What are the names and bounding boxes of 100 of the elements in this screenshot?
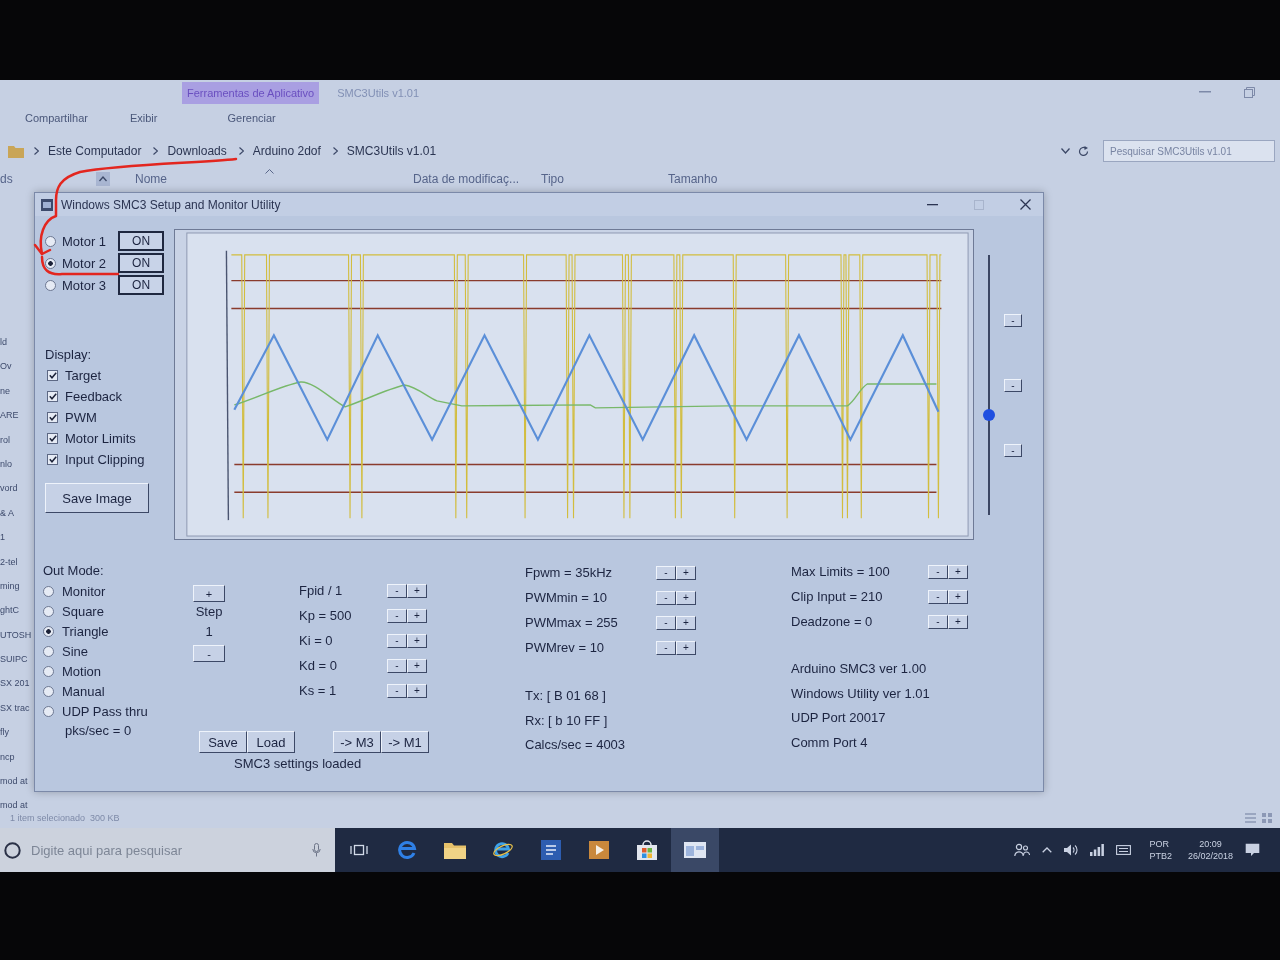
radio-button[interactable] — [43, 645, 54, 657]
radio-label[interactable]: Square — [62, 603, 104, 619]
notification-icon[interactable] — [1245, 843, 1260, 857]
radio-button[interactable] — [43, 585, 54, 597]
nav-item-label[interactable]: Ov — [0, 354, 12, 379]
checkbox[interactable] — [47, 433, 58, 444]
chevron-right-icon[interactable] — [34, 147, 39, 155]
increase-button[interactable]: + — [948, 589, 968, 604]
radio-button[interactable] — [43, 605, 54, 617]
increase-button[interactable]: + — [407, 583, 427, 598]
checkbox-label[interactable]: Motor Limits — [65, 431, 136, 446]
chevron-right-icon[interactable] — [153, 147, 159, 155]
minimize-icon[interactable] — [927, 203, 938, 206]
ring-icon[interactable] — [4, 841, 21, 859]
decrease-button[interactable]: - — [387, 658, 407, 673]
tiles-view-icon[interactable] — [1262, 813, 1272, 823]
radio-label[interactable]: Motor 2 — [62, 255, 107, 271]
increase-button[interactable]: + — [676, 615, 696, 630]
radio-label[interactable]: Motion — [62, 663, 102, 679]
breadcrumb-item[interactable]: Downloads — [167, 144, 227, 158]
motor-on-button[interactable]: ON — [118, 253, 165, 273]
decrease-button[interactable]: - — [656, 565, 676, 580]
slider-thumb[interactable] — [983, 408, 995, 421]
refresh-icon[interactable] — [1078, 145, 1089, 157]
network-icon[interactable] — [1090, 844, 1105, 856]
chevron-up-icon[interactable] — [1042, 847, 1053, 853]
decrease-button[interactable]: - — [928, 589, 948, 604]
nav-item-label[interactable]: SUIPC — [0, 647, 28, 672]
nav-item-label[interactable]: SX trac — [0, 695, 30, 721]
checkbox[interactable] — [47, 391, 58, 402]
people-icon[interactable] — [1014, 843, 1031, 857]
increase-button[interactable]: + — [407, 658, 427, 673]
small-button[interactable]: - — [1004, 314, 1022, 327]
checkbox[interactable] — [47, 412, 58, 423]
nav-item-label[interactable]: ncp — [0, 744, 15, 770]
decrease-button[interactable]: - — [387, 608, 407, 623]
decrease-button[interactable]: - — [387, 633, 407, 648]
checkbox-label[interactable]: PWM — [65, 410, 97, 425]
nav-item-label[interactable]: SX 201 — [0, 671, 30, 696]
copy-to-motor-button[interactable]: -> M3 — [333, 731, 381, 753]
language-code[interactable]: PTB2 — [1149, 850, 1172, 862]
radio-button[interactable] — [43, 705, 54, 717]
copy-to-motor-button[interactable]: -> M1 — [381, 731, 429, 753]
nav-item-label[interactable]: ming — [0, 573, 20, 599]
increase-button[interactable]: + — [407, 683, 427, 698]
nav-item-label[interactable]: 2-tel — [0, 549, 18, 574]
column-header[interactable]: Tamanho — [668, 172, 718, 186]
breadcrumb-item[interactable]: Este Computador — [48, 144, 142, 158]
keyboard-icon[interactable] — [1116, 845, 1132, 855]
chevron-right-icon[interactable] — [332, 147, 338, 155]
nav-item-label[interactable]: 1 — [0, 525, 5, 550]
chevron-down-icon[interactable] — [1061, 148, 1070, 154]
radio-button[interactable] — [45, 279, 56, 291]
ribbon-tab[interactable]: Gerenciar — [227, 112, 276, 124]
clock-time[interactable]: 20:09 — [1199, 838, 1222, 850]
checkbox[interactable] — [47, 454, 58, 465]
increase-button[interactable]: + — [676, 640, 696, 655]
increase-button[interactable]: + — [948, 614, 968, 629]
nav-item-label[interactable]: ld — [0, 330, 7, 355]
nav-item-label[interactable]: ne — [0, 378, 10, 404]
decrease-button[interactable]: - — [656, 615, 676, 630]
taskbar-button[interactable] — [671, 828, 719, 872]
search-box[interactable]: Digite aqui para pesquisar — [0, 828, 335, 872]
increase-button[interactable]: + — [407, 633, 427, 648]
nav-item-label[interactable]: vord — [0, 476, 18, 501]
decrease-button[interactable]: - — [928, 564, 948, 579]
step-decrease-button[interactable]: - — [193, 645, 225, 662]
radio-label[interactable]: Manual — [62, 683, 105, 699]
small-button[interactable]: - — [1004, 444, 1022, 457]
search-input[interactable]: Digite aqui para pesquisar — [31, 842, 312, 858]
nav-item-label[interactable]: nlo — [0, 451, 12, 477]
nav-item-label[interactable]: ARE — [0, 403, 19, 428]
radio-label[interactable]: UDP Pass thru — [62, 703, 148, 719]
checkbox-label[interactable]: Input Clipping — [65, 452, 145, 467]
decrease-button[interactable]: - — [387, 683, 407, 698]
radio-label[interactable]: Triangle — [62, 623, 109, 639]
nav-item-label[interactable]: UTOSH — [0, 622, 32, 648]
checkbox-label[interactable]: Feedback — [65, 389, 123, 404]
radio-label[interactable]: Motor 1 — [62, 233, 107, 249]
increase-button[interactable]: + — [676, 590, 696, 605]
save-image-button[interactable]: Save Image — [45, 483, 149, 513]
radio-label[interactable]: Sine — [62, 643, 89, 659]
nav-item-label[interactable]: fly — [0, 720, 9, 745]
decrease-button[interactable]: - — [656, 640, 676, 655]
breadcrumb-item[interactable]: SMC3Utils v1.01 — [346, 144, 437, 158]
nav-item-label[interactable]: ghtC — [0, 598, 19, 623]
decrease-button[interactable]: - — [928, 614, 948, 629]
increase-button[interactable]: + — [948, 564, 968, 579]
column-header[interactable]: Nome — [135, 172, 167, 186]
increase-button[interactable]: + — [407, 608, 427, 623]
decrease-button[interactable]: - — [656, 590, 676, 605]
nav-item-label[interactable]: mod at — [0, 769, 28, 794]
column-header[interactable]: Tipo — [541, 172, 564, 186]
nav-item-label[interactable]: rol — [0, 427, 10, 452]
decrease-button[interactable]: - — [387, 583, 407, 598]
language-code[interactable]: POR — [1149, 838, 1169, 850]
column-header[interactable]: Data de modificaç... — [413, 172, 520, 186]
save-button[interactable]: Save — [199, 731, 247, 753]
radio-button[interactable] — [45, 235, 56, 247]
breadcrumb-item[interactable]: Arduino 2dof — [252, 144, 321, 158]
